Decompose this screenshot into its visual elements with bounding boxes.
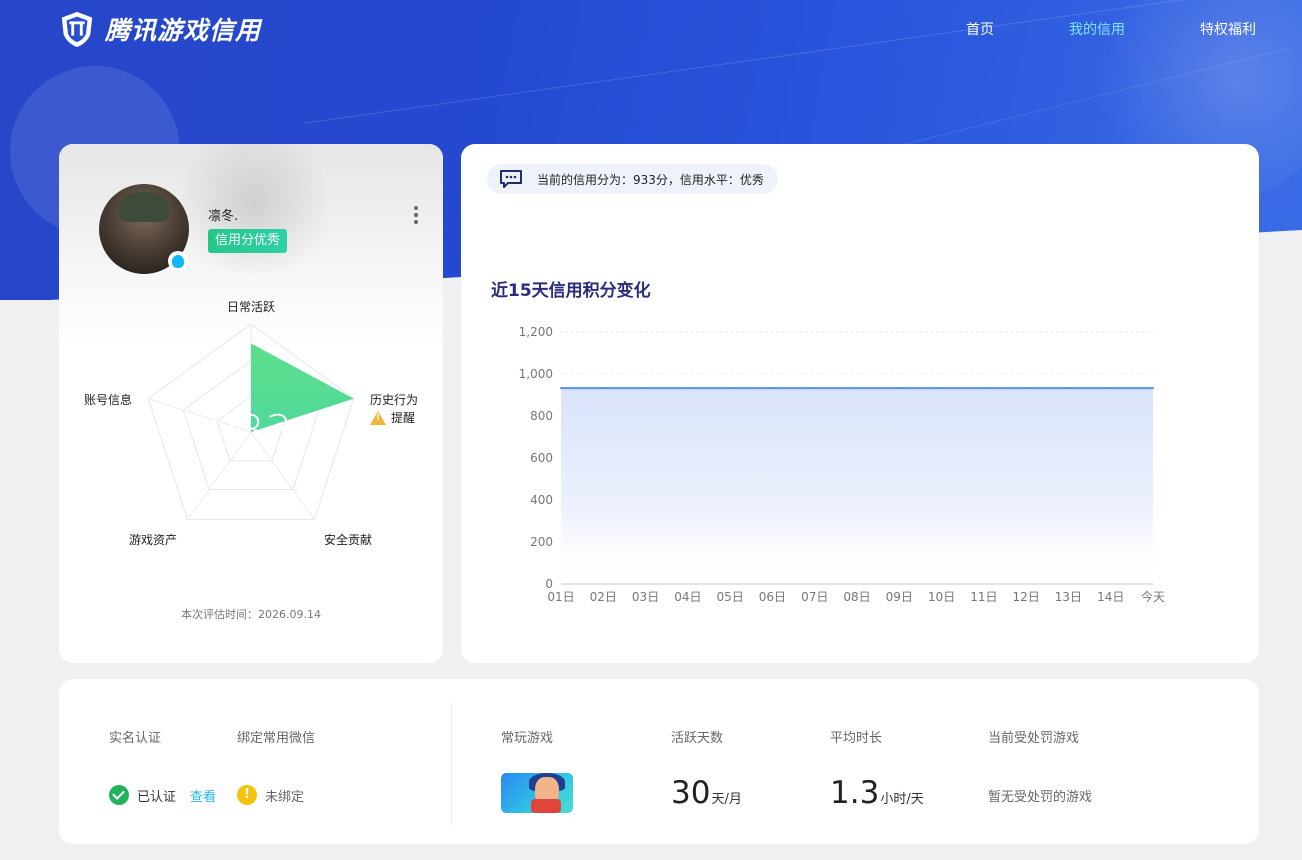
data-point[interactable] [771, 387, 774, 390]
site-logo[interactable]: 腾讯游戏信用 [58, 10, 261, 48]
real-name-label: 实名认证 [109, 731, 162, 746]
active-days-value: 30天/月 [671, 775, 742, 811]
radar-label-history: 历史行为 [370, 393, 419, 407]
active-days-label: 活跃天数 [671, 731, 724, 746]
check-circle-icon [109, 785, 129, 805]
credit-level-badge: 信用分优秀 [208, 229, 288, 253]
warning-label: 提醒 [391, 411, 416, 425]
x-tick-label: 01日 [547, 590, 574, 604]
data-point[interactable] [813, 387, 816, 390]
credit-score: 933 [209, 406, 294, 455]
active-days-unit: 天/月 [711, 792, 742, 807]
radar-label-security: 安全贡献 [324, 533, 373, 547]
x-tick-label: 12日 [1013, 590, 1040, 604]
penalty-value: 暂无受处罚的游戏 [988, 790, 1093, 805]
avg-duration-unit: 小时/天 [880, 792, 924, 807]
x-tick-label: 11日 [970, 590, 997, 604]
data-point[interactable] [1067, 387, 1070, 390]
x-tick-label: 02日 [590, 590, 617, 604]
penalty-label: 当前受处罚游戏 [988, 731, 1080, 746]
y-tick-label: 200 [530, 535, 553, 549]
radar-label-account: 账号信息 [84, 393, 133, 407]
x-tick-label: 05日 [717, 590, 744, 604]
more-options-icon[interactable] [413, 206, 419, 226]
game-icon[interactable] [501, 773, 573, 813]
x-tick-label: 06日 [759, 590, 786, 604]
profile-card: 凛冬. 信用分优秀 933 日常活跃 历史行为 安全贡献 游戏资产 账号信息 提… [59, 144, 443, 663]
nav-home[interactable]: 首页 [966, 19, 994, 39]
wechat-status-text: 未绑定 [265, 789, 305, 805]
data-point[interactable] [940, 387, 943, 390]
history-warning[interactable]: 提醒 [370, 409, 415, 426]
radar-label-daily-active: 日常活跃 [227, 300, 276, 314]
y-tick-label: 1,200 [519, 325, 553, 339]
x-tick-label: 07日 [801, 590, 828, 604]
data-point[interactable] [602, 387, 605, 390]
qq-icon [168, 251, 188, 271]
y-tick-label: 1,000 [519, 367, 553, 381]
x-tick-label: 13日 [1055, 590, 1082, 604]
chart-title: 近15天信用积分变化 [491, 281, 651, 301]
x-tick-label: 14日 [1097, 590, 1124, 604]
data-point[interactable] [686, 387, 689, 390]
view-link[interactable]: 查看 [190, 786, 216, 805]
nav-privileges[interactable]: 特权福利 [1200, 19, 1256, 39]
series-area [561, 388, 1153, 584]
y-tick-label: 0 [545, 577, 553, 591]
x-tick-label: 今天 [1141, 589, 1165, 604]
wechat-status[interactable]: ! 未绑定 [237, 785, 304, 805]
data-point[interactable] [856, 387, 858, 390]
data-point[interactable] [898, 387, 901, 390]
data-point[interactable] [1109, 387, 1112, 390]
real-name-status: 已认证 查看 [109, 785, 216, 805]
data-point[interactable] [644, 387, 647, 390]
credit-trend-card: 当前的信用分为：933分，信用水平：优秀 近15天信用积分变化 0 200 400 6… [461, 144, 1259, 663]
x-tick-label: 04日 [674, 590, 701, 604]
nav-my-credit[interactable]: 我的信用 [1069, 19, 1125, 39]
data-point[interactable] [982, 387, 985, 390]
warning-icon [370, 410, 386, 425]
radar-label-assets: 游戏资产 [129, 533, 178, 547]
account-info-card: 实名认证 绑定常用微信 已认证 查看 ! 未绑定 常玩游戏 活跃天数 平均时长 … [59, 679, 1259, 844]
top-nav: 首页 我的信用 特权福利 [966, 19, 1256, 39]
wechat-label: 绑定常用微信 [237, 731, 316, 746]
data-point[interactable] [1025, 387, 1028, 390]
x-tick-label: 08日 [843, 590, 870, 604]
shield-logo-icon [61, 11, 93, 48]
divider [451, 703, 452, 825]
credit-tip-text: 当前的信用分为：933分，信用水平：优秀 [537, 172, 764, 187]
avg-duration-value: 1.3小时/天 [830, 775, 924, 811]
data-point[interactable] [1152, 387, 1154, 390]
x-tick-label: 03日 [632, 590, 659, 604]
real-name-status-text: 已认证 [137, 789, 177, 805]
message-icon [500, 170, 522, 188]
avg-duration-label: 平均时长 [830, 731, 883, 746]
avg-duration-number: 1.3 [830, 775, 880, 811]
y-tick-label: 800 [530, 409, 553, 423]
username: 凛冬. [208, 209, 239, 224]
warning-circle-icon: ! [237, 785, 257, 805]
data-point[interactable] [729, 387, 732, 390]
x-tick-label: 10日 [928, 590, 955, 604]
y-tick-label: 600 [530, 451, 553, 465]
y-tick-label: 400 [530, 493, 553, 507]
active-days-number: 30 [671, 775, 711, 811]
frequent-game-label: 常玩游戏 [501, 731, 554, 746]
logo-title: 腾讯游戏信用 [105, 16, 262, 45]
x-tick-label: 09日 [886, 590, 913, 604]
data-point[interactable] [560, 387, 562, 390]
trend-chart: 0 200 400 600 800 1,000 1,200 01日 02日 03日 04日 05日 06… [519, 325, 1165, 604]
evaluation-time: 本次评估时间：2026.09.14 [181, 608, 321, 621]
credit-tip: 当前的信用分为：933分，信用水平：优秀 [487, 164, 778, 194]
